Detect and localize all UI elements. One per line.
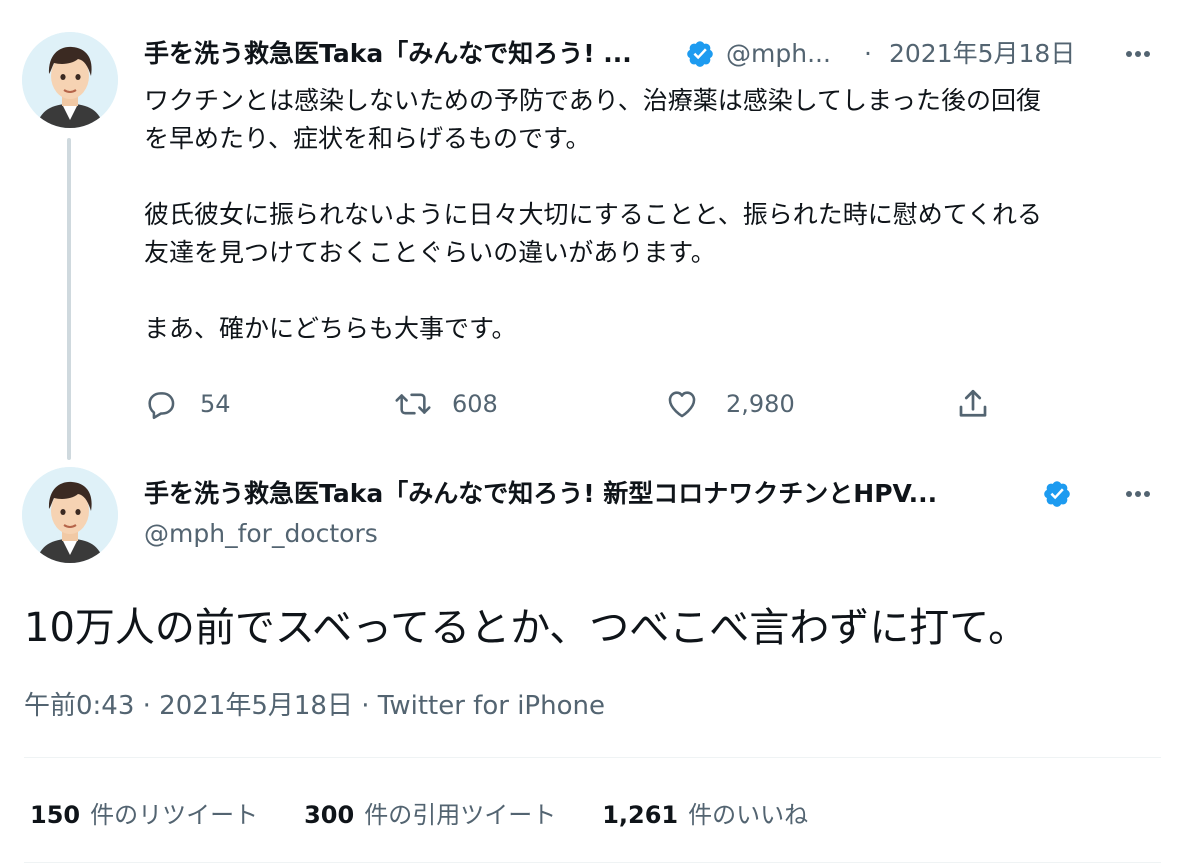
retweet-button[interactable]: 608: [394, 382, 498, 426]
reply-count: 54: [200, 390, 231, 418]
author-name[interactable]: 手を洗う救急医Taka「みんなで知ろう! 新型コロナワクチンとHPV...: [144, 476, 937, 512]
share-icon: [959, 389, 987, 417]
author-handle[interactable]: @mph...: [726, 36, 831, 72]
retweets-label: 件のリツイート: [90, 800, 259, 829]
quotes-label: 件の引用ツイート: [364, 800, 557, 829]
like-count: 2,980: [726, 390, 795, 418]
author-name[interactable]: 手を洗う救急医Taka「みんなで知ろう! ...: [144, 36, 632, 72]
reply-icon: [148, 392, 175, 420]
avatar[interactable]: [22, 32, 118, 128]
retweets-number: 150: [30, 800, 81, 829]
heart-icon: [668, 391, 696, 418]
tweet-date[interactable]: 2021年5月18日: [889, 36, 1075, 72]
like-button[interactable]: 2,980: [664, 382, 795, 426]
quotes-number: 300: [304, 800, 355, 829]
separator-dot: ·: [864, 39, 872, 68]
likes-label: 件のいいね: [688, 800, 809, 829]
likes-stat[interactable]: 1,261 件のいいね: [602, 795, 808, 830]
thread-line: [67, 138, 71, 460]
likes-number: 1,261: [602, 800, 679, 829]
retweet-icon: [395, 393, 431, 415]
tweet-main-text: 10万人の前でスベってるとか、つべこべ言わずに打て。: [24, 605, 1029, 651]
tweet1-header: 手を洗う救急医Taka「みんなで知ろう! ... @mph... · 2021年…: [144, 36, 1164, 72]
reply-button[interactable]: 54: [144, 382, 231, 426]
quotes-stat[interactable]: 300 件の引用ツイート: [304, 795, 556, 830]
retweet-count: 608: [452, 390, 498, 418]
more-options-icon[interactable]: [1120, 36, 1156, 72]
author-handle[interactable]: @mph_for_doctors: [144, 516, 378, 552]
avatar-illustration: [22, 32, 118, 128]
tweet-body: ワクチンとは感染しないための予防であり、治療薬は感染してしまった後の回復 を早め…: [144, 86, 1043, 343]
divider: [24, 862, 1161, 863]
retweets-stat[interactable]: 150 件のリツイート: [30, 795, 258, 830]
more-options-icon[interactable]: [1120, 476, 1156, 512]
verified-badge-icon: [1044, 481, 1070, 507]
avatar-illustration: [22, 467, 118, 563]
avatar[interactable]: [22, 467, 118, 563]
verified-badge-icon: [687, 41, 713, 67]
share-button[interactable]: [955, 382, 991, 426]
divider: [24, 757, 1161, 758]
tweet-stats: 150 件のリツイート 300 件の引用ツイート 1,261 件のいいね: [30, 790, 854, 834]
tweet-meta[interactable]: 午前0:43 · 2021年5月18日 · Twitter for iPhone: [24, 686, 605, 726]
